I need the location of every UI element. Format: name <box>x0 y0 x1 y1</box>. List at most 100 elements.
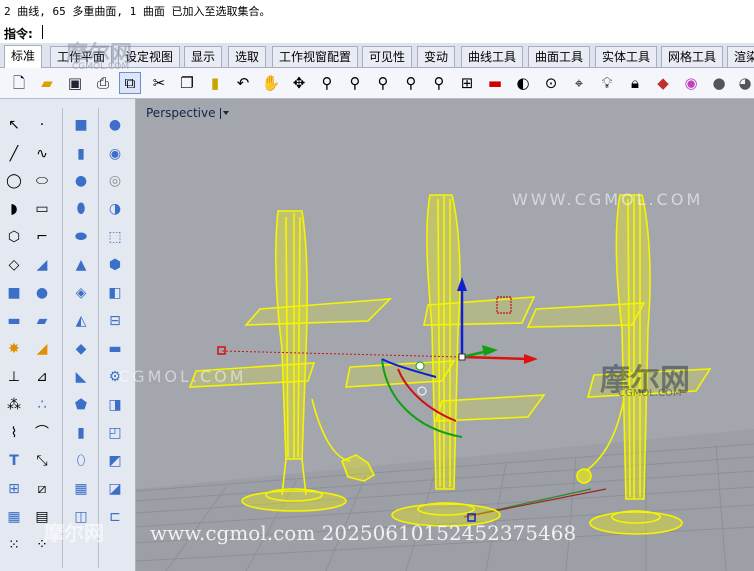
tab-render[interactable]: 渲染 <box>727 46 754 67</box>
polyline-icon[interactable]: ╱ <box>3 143 25 165</box>
scale-handle-white[interactable] <box>417 386 427 396</box>
surface-from-points-icon[interactable]: ◇ <box>3 254 25 276</box>
new-icon[interactable]: 🗋 <box>8 72 30 94</box>
array-icon[interactable]: ⊞ <box>3 478 25 500</box>
ellipsoid-icon[interactable]: ⬮ <box>70 198 92 220</box>
pipe-solid-icon[interactable]: ▮ <box>70 422 92 444</box>
rotate-view-icon[interactable]: ✥ <box>288 72 310 94</box>
cylinder-icon[interactable]: ▮ <box>70 143 92 165</box>
undo-icon[interactable]: ↶ <box>232 72 254 94</box>
text-object-icon[interactable]: T <box>3 450 25 472</box>
zoom-selected-icon[interactable]: ⚲ <box>400 72 422 94</box>
pyramid-icon[interactable]: ◭ <box>70 310 92 332</box>
sphere-icon[interactable]: ● <box>708 72 730 94</box>
rectangle-icon[interactable]: ▭ <box>31 198 53 220</box>
cplane-icon[interactable]: ⌖ <box>568 72 590 94</box>
paste-icon[interactable]: ▮ <box>204 72 226 94</box>
perspective-viewport[interactable] <box>136 99 754 571</box>
mesh-icon[interactable]: ▦ <box>3 506 25 528</box>
padlock-icon[interactable]: 🔒︎ <box>624 72 646 94</box>
cylinder-solid-icon[interactable]: ▬ <box>3 310 25 332</box>
scale-icon[interactable]: ⤡ <box>31 450 53 472</box>
loft-icon[interactable]: ◢ <box>31 254 53 276</box>
open-icon[interactable]: ▰ <box>36 72 58 94</box>
box-corner-icon[interactable]: ▦ <box>70 478 92 500</box>
zoom-extents-icon[interactable]: ⚲ <box>372 72 394 94</box>
arc-icon[interactable]: ◗ <box>3 198 25 220</box>
nut-icon[interactable]: ⬢ <box>104 254 126 276</box>
difference-icon[interactable]: ◎ <box>104 170 126 192</box>
boolean-icon[interactable]: ∴ <box>31 394 53 416</box>
union-icon[interactable]: ◉ <box>104 143 126 165</box>
viewport-menu-arrow-icon[interactable] <box>220 108 230 119</box>
gumball-center[interactable] <box>458 353 466 361</box>
polygon-icon[interactable]: ⬡ <box>3 226 25 248</box>
ellipse-icon[interactable]: ⬭ <box>31 170 53 192</box>
color-wheel-icon[interactable]: ◉ <box>680 72 702 94</box>
shell-icon[interactable]: ◧ <box>104 282 126 304</box>
import-icon[interactable]: ⧉ <box>119 72 141 94</box>
explode-icon[interactable]: ✸ <box>3 338 25 360</box>
group-icon[interactable]: ⁂ <box>3 394 25 416</box>
scale-handle-green[interactable] <box>415 361 425 371</box>
analyze-icon[interactable]: ◢ <box>31 338 53 360</box>
extrude-face-icon[interactable]: ◰ <box>104 422 126 444</box>
tab-visibility[interactable]: 可见性 <box>362 46 413 67</box>
tab-solid-tools[interactable]: 实体工具 <box>595 46 658 67</box>
tab-curve-tools[interactable]: 曲线工具 <box>461 46 524 67</box>
zoom-window-icon[interactable]: ⚲ <box>344 72 366 94</box>
print-icon[interactable]: ⎙ <box>92 72 114 94</box>
tube-icon[interactable]: ◆ <box>70 338 92 360</box>
paraboloid-icon[interactable]: ⬬ <box>70 226 92 248</box>
curve-icon[interactable]: ∿ <box>31 143 53 165</box>
pan-icon[interactable]: ✋ <box>260 72 282 94</box>
torus-icon[interactable]: ◈ <box>70 282 92 304</box>
tab-standard[interactable]: 标准 <box>4 45 43 68</box>
prism-icon[interactable]: ⬟ <box>70 394 92 416</box>
copy-icon[interactable]: ❐ <box>176 72 198 94</box>
point-icon[interactable]: · <box>31 114 53 136</box>
four-views-icon[interactable]: ⊞ <box>456 72 478 94</box>
box-solid-icon[interactable]: ■ <box>3 282 25 304</box>
extrude-icon[interactable]: ⬚ <box>104 226 126 248</box>
chamfer-icon[interactable]: ◨ <box>104 394 126 416</box>
render-icon[interactable]: ◕ <box>734 72 754 94</box>
zoom-icon[interactable]: ⚲ <box>316 72 338 94</box>
cut-icon[interactable]: ✂ <box>148 72 170 94</box>
car-icon[interactable]: ▬ <box>484 72 506 94</box>
sphere-icon-2[interactable]: ● <box>70 170 92 192</box>
rib-icon[interactable]: ⊏ <box>104 506 126 528</box>
slab-icon[interactable]: ▬ <box>104 338 126 360</box>
y-arrow-head[interactable] <box>482 345 498 356</box>
tab-viewport-layout[interactable]: 工作视窗配置 <box>272 46 359 67</box>
zoom-all-icon[interactable]: ⚲ <box>428 72 450 94</box>
sphere-group-icon[interactable]: ● <box>104 114 126 136</box>
target-icon[interactable]: ⊙ <box>540 72 562 94</box>
cone-icon[interactable]: ▲ <box>70 254 92 276</box>
tab-surface-tools[interactable]: 曲面工具 <box>528 46 591 67</box>
sphere-solid-icon[interactable]: ● <box>31 282 53 304</box>
planar-surface-icon[interactable]: ▰ <box>31 310 53 332</box>
trim-icon[interactable]: ⌇ <box>3 422 25 444</box>
grid-points-icon[interactable]: ⁙ <box>3 534 25 556</box>
save-icon[interactable]: ▣ <box>64 72 86 94</box>
mirror-icon[interactable]: ⧄ <box>31 478 53 500</box>
transform-icon[interactable]: ⊥ <box>3 366 25 388</box>
move-face-icon[interactable]: ◩ <box>104 450 126 472</box>
dimension-icon[interactable]: ⊿ <box>31 366 53 388</box>
intersection-icon[interactable]: ◑ <box>104 198 126 220</box>
split-icon[interactable]: ⌒ <box>31 422 53 444</box>
tab-select[interactable]: 选取 <box>228 46 267 67</box>
box-icon[interactable]: ■ <box>70 114 92 136</box>
truncated-cone-icon[interactable]: ⬯ <box>70 450 92 472</box>
cap-icon[interactable]: ⊟ <box>104 310 126 332</box>
x-axis-arrow[interactable] <box>461 355 529 361</box>
x-handle-end[interactable] <box>217 346 226 355</box>
select-arrow-icon[interactable]: ↖ <box>3 114 25 136</box>
tab-mesh-tools[interactable]: 网格工具 <box>661 46 724 67</box>
tab-display[interactable]: 显示 <box>184 46 223 67</box>
layers-icon[interactable]: ◆ <box>652 72 674 94</box>
x-arrow-head[interactable] <box>524 354 538 364</box>
light-icon[interactable]: 💡︎ <box>596 72 618 94</box>
sphere-cam-icon[interactable]: ◐ <box>512 72 534 94</box>
